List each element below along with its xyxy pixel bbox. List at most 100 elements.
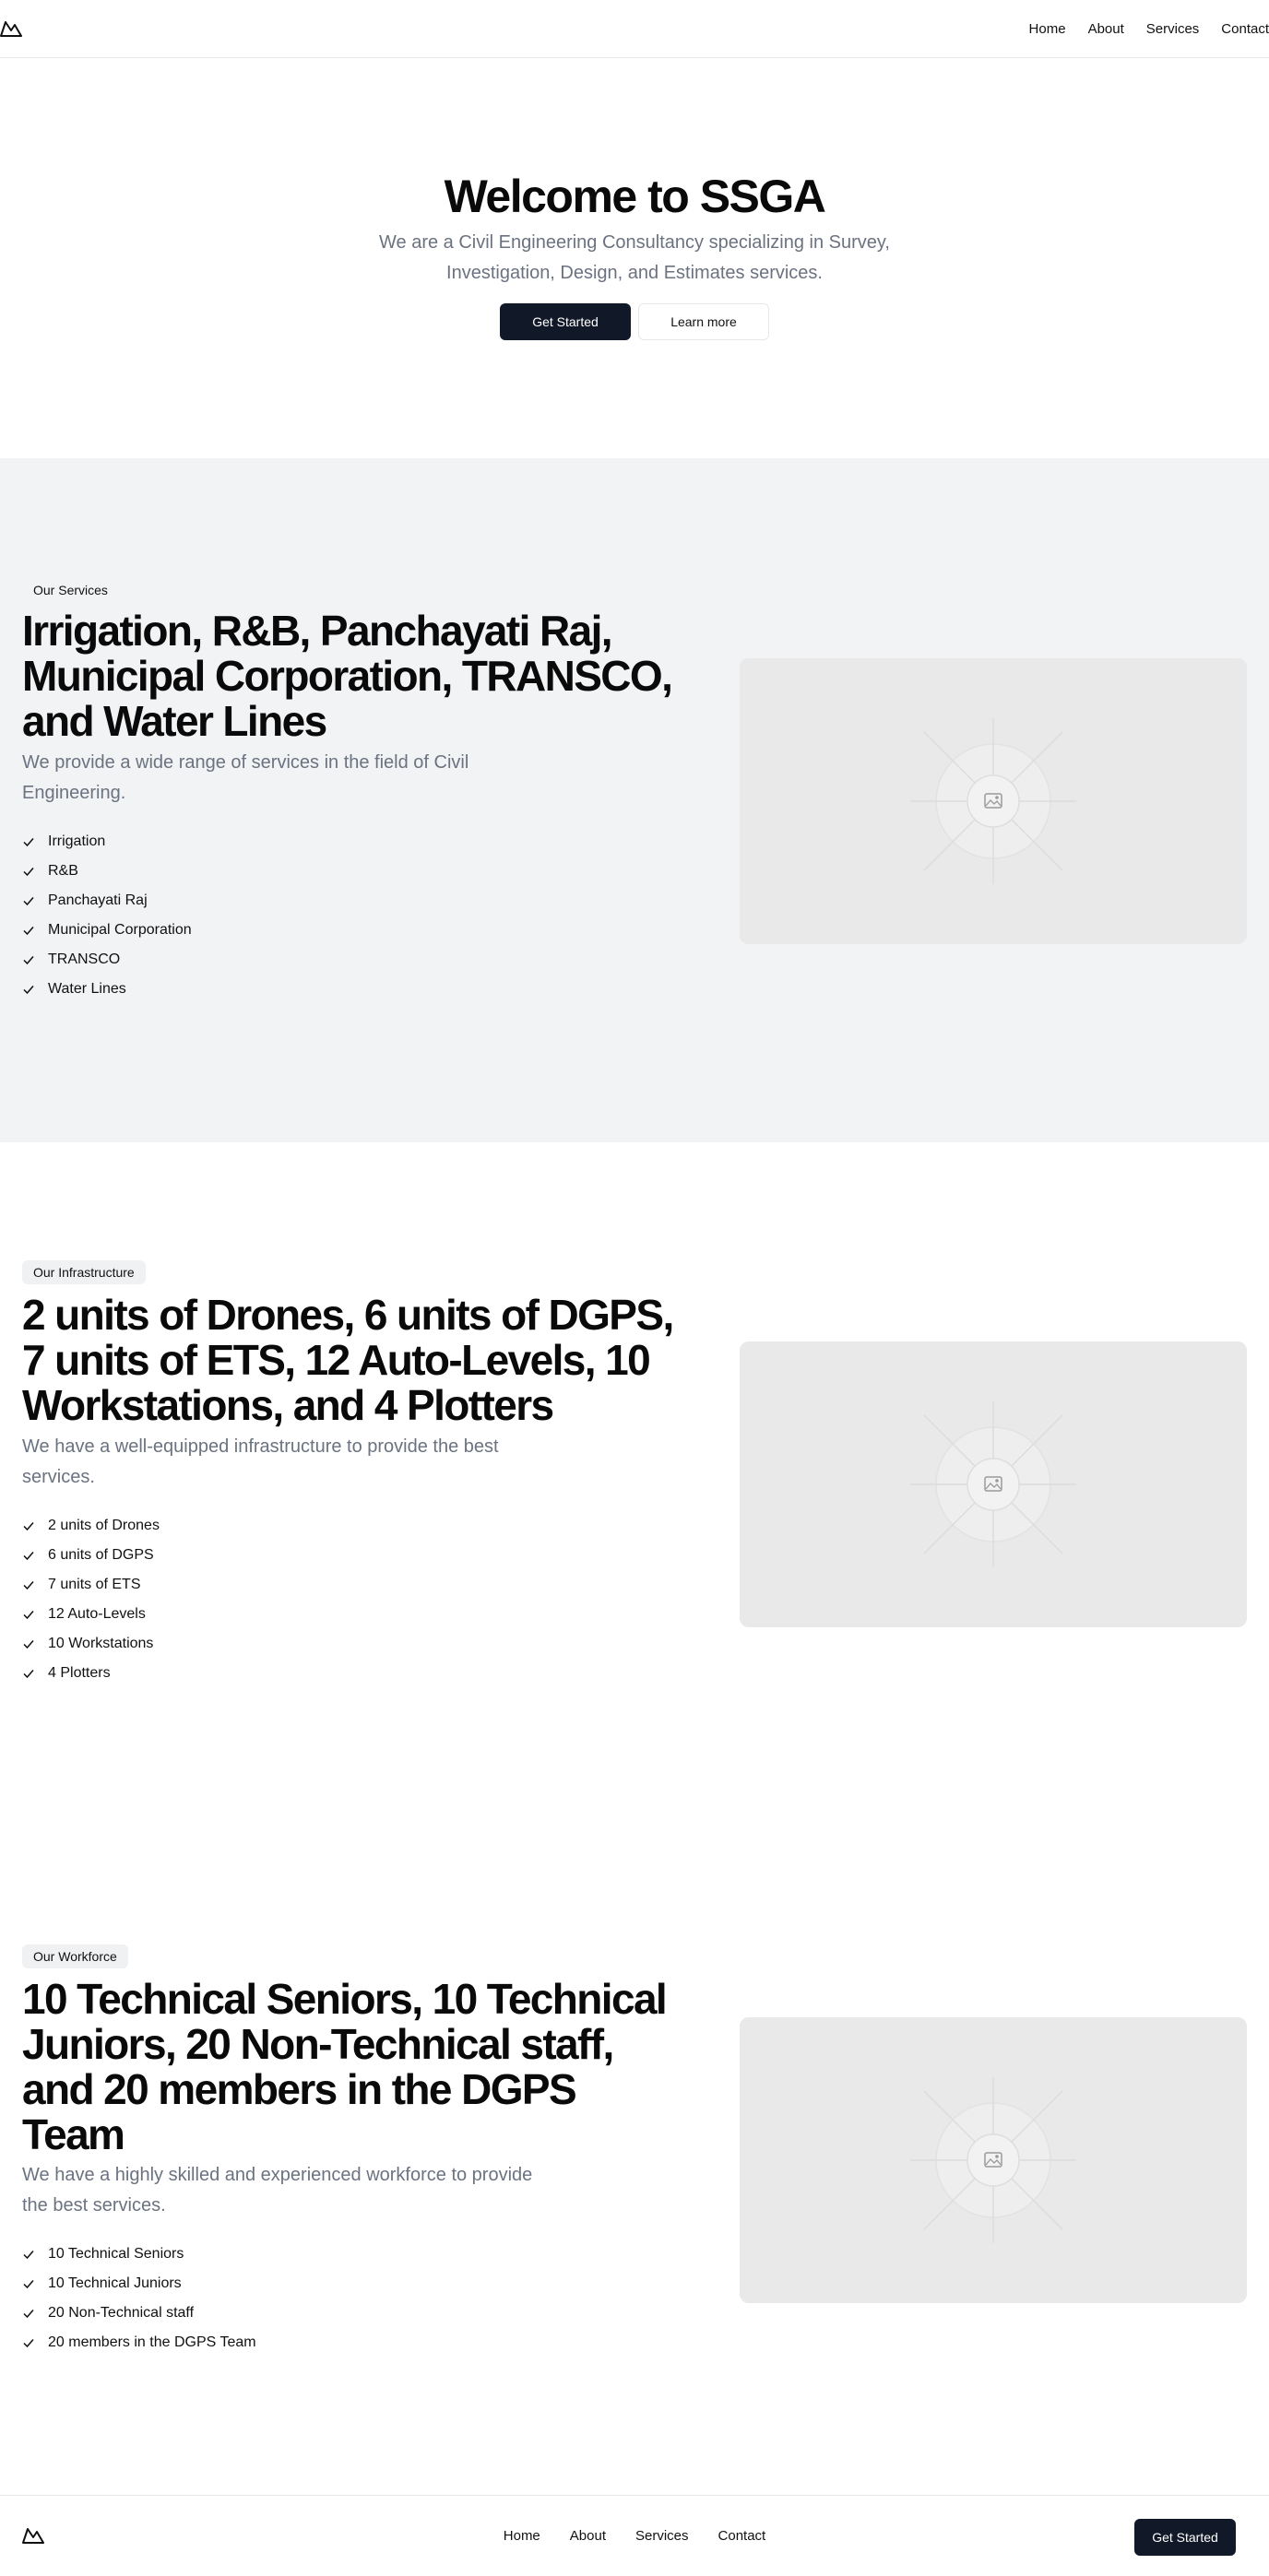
list-item: Water Lines xyxy=(22,975,192,1004)
workforce-title: 10 Technical Seniors, 10 Technical Junio… xyxy=(22,1977,714,2157)
hero-subtitle-line-2: Investigation, Design, and Estimates ser… xyxy=(446,263,823,283)
workforce-desc-line-2: the best services. xyxy=(22,2195,166,2216)
list-item-label: 10 Technical Seniors xyxy=(48,2246,184,2262)
top-nav: Home About Services Contact xyxy=(1007,0,1269,58)
check-icon xyxy=(23,956,34,965)
services-description: We provide a wide range of services in t… xyxy=(22,748,468,809)
list-item: TRANSCO xyxy=(22,945,192,975)
infrastructure-desc-line-2: services. xyxy=(22,1467,95,1487)
workforce-badge: Our Workforce xyxy=(22,1944,128,1968)
workforce-title-line-2: Juniors, 20 Non-Technical staff, xyxy=(22,2020,614,2068)
nav-about-link[interactable]: About xyxy=(1088,21,1124,37)
get-started-button[interactable]: Get Started xyxy=(500,303,631,340)
site-header: Home About Services Contact xyxy=(0,0,1269,58)
list-item-label: 20 members in the DGPS Team xyxy=(48,2334,256,2350)
list-item-label: 10 Workstations xyxy=(48,1636,154,1651)
infrastructure-section: Our Infrastructure 2 units of Drones, 6 … xyxy=(0,1142,1269,1826)
nav-services-link[interactable]: Services xyxy=(1146,21,1200,37)
list-item-label: Municipal Corporation xyxy=(48,922,192,938)
check-icon xyxy=(23,1522,34,1531)
infrastructure-title-line-2: 7 units of ETS, 12 Auto-Levels, 10 xyxy=(22,1336,651,1384)
services-desc-line-1: We provide a wide range of services in t… xyxy=(22,752,469,773)
infrastructure-desc-line-1: We have a well-equipped infrastructure t… xyxy=(22,1436,499,1457)
check-icon xyxy=(23,1552,34,1561)
footer-about-link[interactable]: About xyxy=(570,2528,606,2544)
check-icon xyxy=(23,927,34,936)
list-item: Irrigation xyxy=(22,827,192,857)
hero-title: Welcome to SSGA xyxy=(444,171,826,222)
check-icon xyxy=(23,1670,34,1679)
workforce-list: 10 Technical Seniors 10 Technical Junior… xyxy=(22,2239,256,2357)
footer-home-link[interactable]: Home xyxy=(504,2528,540,2544)
list-item: Panchayati Raj xyxy=(22,886,192,916)
services-image-placeholder xyxy=(740,658,1247,944)
check-icon xyxy=(23,2339,34,2348)
list-item-label: TRANSCO xyxy=(48,951,121,967)
infrastructure-title: 2 units of Drones, 6 units of DGPS, 7 un… xyxy=(22,1293,714,1428)
list-item-label: 4 Plotters xyxy=(48,1665,111,1681)
services-title-line-3: and Water Lines xyxy=(22,697,327,745)
infrastructure-title-line-1: 2 units of Drones, 6 units of DGPS, xyxy=(22,1291,674,1339)
infrastructure-image-placeholder xyxy=(740,1341,1247,1627)
services-title-line-1: Irrigation, R&B, Panchayati Raj, xyxy=(22,607,613,655)
list-item: 10 Technical Seniors xyxy=(22,2239,256,2269)
check-icon xyxy=(23,1640,34,1649)
footer-get-started-button[interactable]: Get Started xyxy=(1134,2519,1236,2556)
list-item: 6 units of DGPS xyxy=(22,1541,160,1570)
learn-more-button[interactable]: Learn more xyxy=(638,303,769,340)
footer-services-link[interactable]: Services xyxy=(635,2528,689,2544)
check-icon xyxy=(23,2310,34,2319)
list-item: 2 units of Drones xyxy=(22,1511,160,1541)
list-item: 20 Non-Technical staff xyxy=(22,2298,256,2328)
list-item-label: Irrigation xyxy=(48,833,106,849)
hero-section: Welcome to SSGA We are a Civil Engineeri… xyxy=(0,59,1269,458)
infrastructure-list: 2 units of Drones 6 units of DGPS 7 unit… xyxy=(22,1511,160,1688)
services-title-line-2: Municipal Corporation, TRANSCO, xyxy=(22,652,673,700)
list-item-label: 12 Auto-Levels xyxy=(48,1606,146,1622)
check-icon xyxy=(23,838,34,847)
workforce-title-line-4: Team xyxy=(22,2110,125,2158)
infrastructure-description: We have a well-equipped infrastructure t… xyxy=(22,1432,499,1493)
footer-nav: Home About Services Contact xyxy=(0,2496,1269,2576)
check-icon xyxy=(23,897,34,906)
list-item-label: 7 units of ETS xyxy=(48,1577,141,1592)
check-icon xyxy=(23,1611,34,1620)
nav-home-link[interactable]: Home xyxy=(1029,21,1066,37)
list-item-label: 2 units of Drones xyxy=(48,1518,160,1533)
list-item: Municipal Corporation xyxy=(22,916,192,945)
image-placeholder-icon xyxy=(740,1341,1247,1627)
services-section: Our Services Irrigation, R&B, Panchayati… xyxy=(0,458,1269,1142)
list-item: 10 Workstations xyxy=(22,1629,160,1659)
list-item: 20 members in the DGPS Team xyxy=(22,2328,256,2357)
nav-contact-link[interactable]: Contact xyxy=(1221,21,1269,37)
infrastructure-badge: Our Infrastructure xyxy=(22,1260,146,1284)
check-icon xyxy=(23,986,34,995)
list-item-label: 6 units of DGPS xyxy=(48,1547,154,1563)
hero-subtitle-line-1: We are a Civil Engineering Consultancy s… xyxy=(379,232,890,253)
check-icon xyxy=(23,2280,34,2289)
list-item-label: R&B xyxy=(48,863,78,879)
workforce-desc-line-1: We have a highly skilled and experienced… xyxy=(22,2165,533,2185)
mountain-logo-icon[interactable] xyxy=(0,19,22,38)
services-list: Irrigation R&B Panchayati Raj Municipal … xyxy=(22,827,192,1004)
workforce-image-placeholder xyxy=(740,2017,1247,2303)
list-item-label: 10 Technical Juniors xyxy=(48,2275,182,2291)
footer-contact-link[interactable]: Contact xyxy=(718,2528,766,2544)
check-icon xyxy=(23,868,34,877)
list-item-label: 20 Non-Technical staff xyxy=(48,2305,195,2321)
image-placeholder-icon xyxy=(740,658,1247,944)
list-item-label: Water Lines xyxy=(48,981,126,997)
services-badge: Our Services xyxy=(33,583,108,597)
workforce-title-line-3: and 20 members in the DGPS xyxy=(22,2065,577,2113)
list-item: 4 Plotters xyxy=(22,1659,160,1688)
image-placeholder-icon xyxy=(740,2017,1247,2303)
hero-buttons: Get Started Learn more xyxy=(0,303,1269,340)
workforce-description: We have a highly skilled and experienced… xyxy=(22,2160,532,2221)
hero-subtitle: We are a Civil Engineering Consultancy s… xyxy=(358,228,911,289)
list-item: 7 units of ETS xyxy=(22,1570,160,1600)
services-desc-line-2: Engineering. xyxy=(22,783,126,803)
list-item-label: Panchayati Raj xyxy=(48,892,148,908)
workforce-section: Our Workforce 10 Technical Seniors, 10 T… xyxy=(0,1826,1269,2495)
list-item: 12 Auto-Levels xyxy=(22,1600,160,1629)
site-footer: Home About Services Contact Get Started xyxy=(0,2495,1269,2575)
